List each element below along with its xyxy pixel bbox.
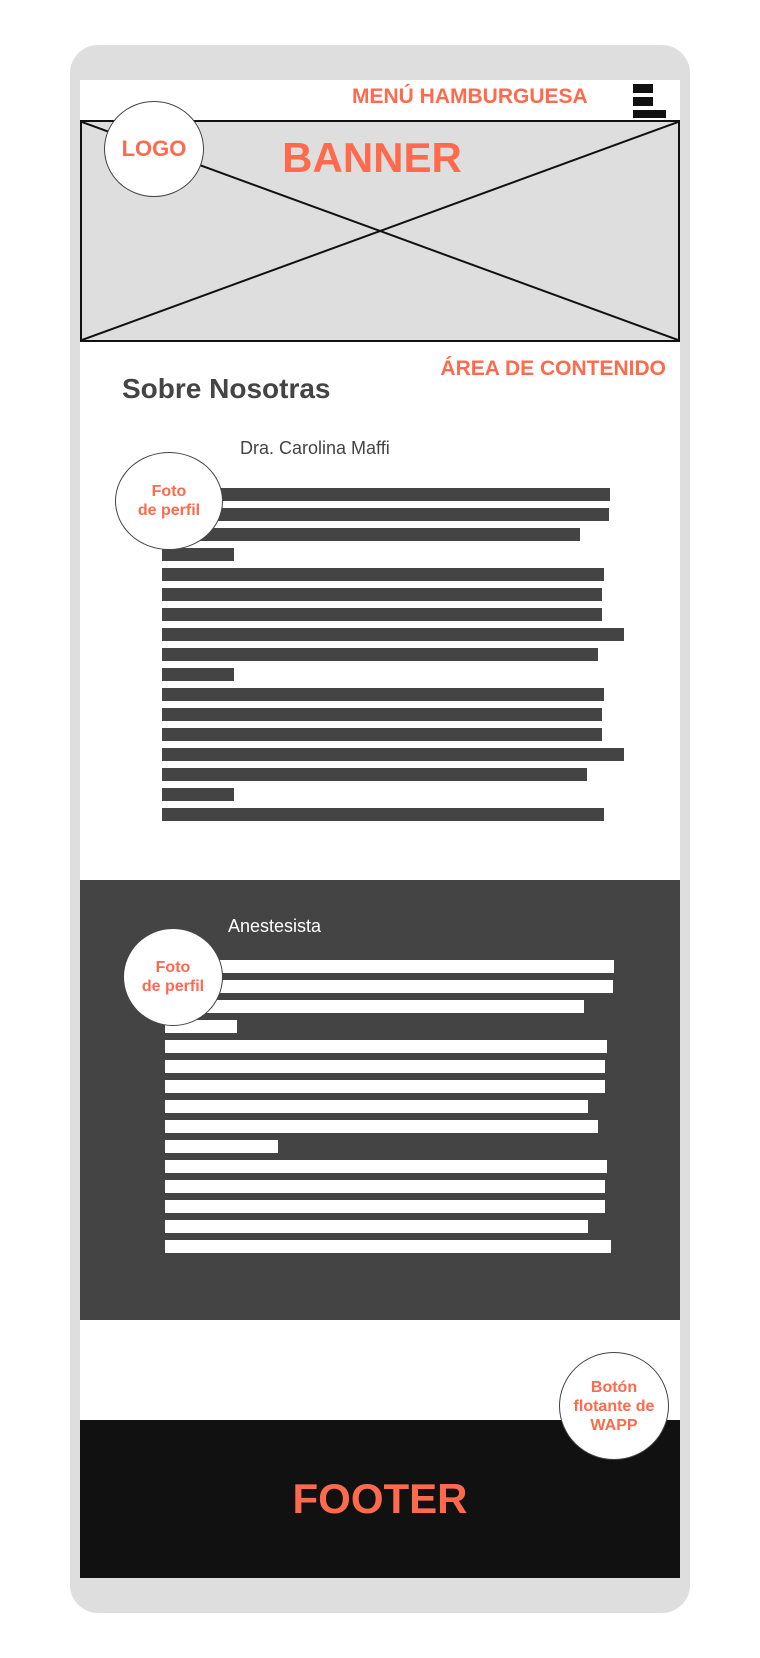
whatsapp-float-button[interactable]: Botón flotante de WAPP: [559, 1352, 669, 1460]
profile-photo[interactable]: Foto de perfil: [115, 452, 223, 550]
profile-photo[interactable]: Foto de perfil: [123, 928, 223, 1026]
team-section: Anestesista Foto de perfil: [80, 880, 680, 1320]
phone-screen: MENÚ HAMBURGUESA BANNER LOGO ÁREA DE CON…: [80, 80, 680, 1578]
footer-label: FOOTER: [292, 1475, 468, 1522]
